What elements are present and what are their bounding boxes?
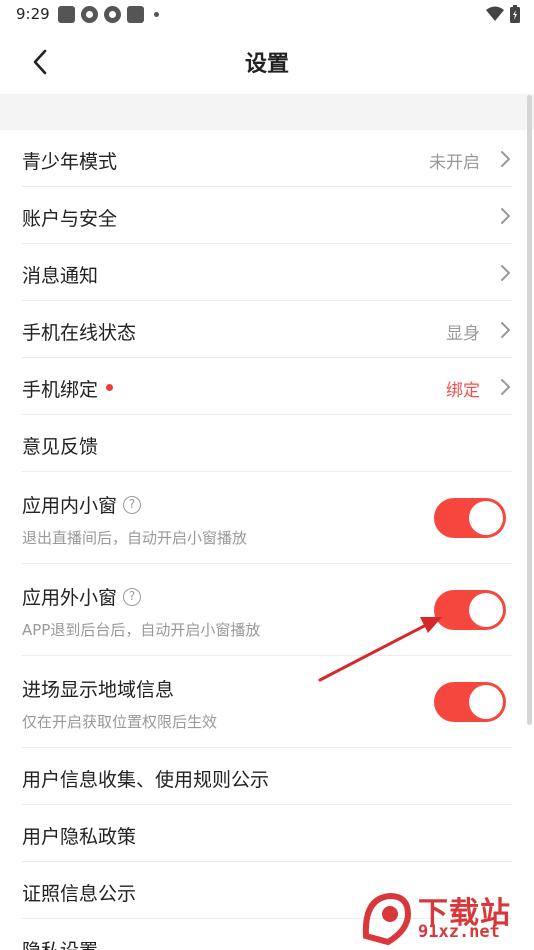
battery-icon	[510, 5, 520, 23]
sync-icon-2	[104, 6, 121, 23]
toggle-knob	[469, 501, 503, 535]
in-app-window-item: 应用内小窗? 退出直播间后，自动开启小窗播放	[22, 472, 512, 564]
in-app-window-label-wrap: 应用内小窗?	[22, 491, 142, 518]
user-info-rules-item[interactable]: 用户信息收集、使用规则公示	[22, 748, 512, 805]
phone-binding-item[interactable]: 手机绑定 绑定	[22, 358, 512, 415]
system-icons	[486, 5, 520, 23]
out-app-window-item: 应用外小窗? APP退到后台后，自动开启小窗播放	[22, 564, 512, 656]
more-notifications-dot	[154, 12, 159, 17]
phone-binding-label: 手机绑定	[22, 379, 99, 401]
phone-binding-value: 绑定	[446, 381, 480, 401]
scrollbar[interactable]	[527, 95, 532, 725]
online-status-value: 显身	[446, 324, 480, 344]
privacy-policy-label: 用户隐私政策	[22, 826, 137, 848]
region-display-toggle[interactable]	[434, 682, 506, 722]
toggle-knob	[469, 593, 503, 627]
notification-icons	[58, 6, 159, 23]
out-app-window-label-wrap: 应用外小窗?	[22, 583, 142, 610]
user-info-rules-label: 用户信息收集、使用规则公示	[22, 769, 270, 791]
status-time: 9:29	[16, 5, 50, 23]
account-security-item[interactable]: 账户与安全	[22, 187, 512, 244]
settings-list: 青少年模式 未开启 账户与安全 消息通知 手机在线状态 显身 手机绑定 绑定 意…	[0, 130, 534, 950]
in-app-window-toggle[interactable]	[434, 498, 506, 538]
chevron-right-icon	[501, 208, 510, 224]
chevron-right-icon	[501, 151, 510, 167]
license-info-label: 证照信息公示	[22, 883, 137, 905]
feedback-item[interactable]: 意见反馈	[22, 415, 512, 472]
toggle-knob	[469, 685, 503, 719]
teen-mode-item[interactable]: 青少年模式 未开启	[22, 130, 512, 187]
privacy-policy-item[interactable]: 用户隐私政策	[22, 805, 512, 862]
settings-screen: 9:29 设置 青少年模式 未开启 账户与安全 消息通知 手机在线状态 显身 手…	[0, 0, 534, 950]
help-icon[interactable]: ?	[123, 587, 142, 606]
chevron-right-icon	[501, 265, 510, 281]
app-notification-icon	[58, 6, 75, 23]
header: 设置	[0, 30, 534, 94]
in-app-window-label: 应用内小窗	[22, 495, 118, 517]
unread-dot	[106, 384, 114, 391]
region-display-label: 进场显示地域信息	[22, 679, 175, 701]
status-bar: 9:29	[0, 0, 534, 30]
wifi-icon	[486, 6, 504, 21]
teen-mode-value: 未开启	[429, 153, 480, 173]
watermark-url: 91xz.net	[418, 922, 500, 942]
out-app-window-toggle[interactable]	[434, 590, 506, 630]
phone-binding-label-wrap: 手机绑定	[22, 375, 114, 402]
online-status-label: 手机在线状态	[22, 322, 137, 344]
feedback-label: 意见反馈	[22, 436, 99, 458]
section-separator	[0, 94, 534, 130]
app-notification-icon-2	[127, 6, 144, 23]
page-title: 设置	[244, 52, 289, 77]
account-security-label: 账户与安全	[22, 208, 118, 230]
watermark: 下载站 91xz.net	[360, 888, 530, 948]
out-app-window-label: 应用外小窗	[22, 587, 118, 609]
chevron-right-icon	[501, 379, 510, 395]
region-display-item: 进场显示地域信息 仅在开启获取位置权限后生效	[22, 656, 512, 748]
out-app-window-description: APP退到后台后，自动开启小窗播放	[22, 621, 261, 639]
notifications-label: 消息通知	[22, 265, 99, 287]
help-icon[interactable]: ?	[123, 495, 142, 514]
notifications-item[interactable]: 消息通知	[22, 244, 512, 301]
online-status-item[interactable]: 手机在线状态 显身	[22, 301, 512, 358]
sync-icon	[81, 6, 98, 23]
in-app-window-description: 退出直播间后，自动开启小窗播放	[22, 529, 248, 547]
privacy-settings-label: 隐私设置	[22, 936, 98, 950]
chevron-right-icon	[501, 322, 510, 338]
teen-mode-label: 青少年模式	[22, 151, 118, 173]
watermark-logo-icon	[362, 892, 412, 946]
region-display-description: 仅在开启获取位置权限后生效	[22, 713, 218, 731]
